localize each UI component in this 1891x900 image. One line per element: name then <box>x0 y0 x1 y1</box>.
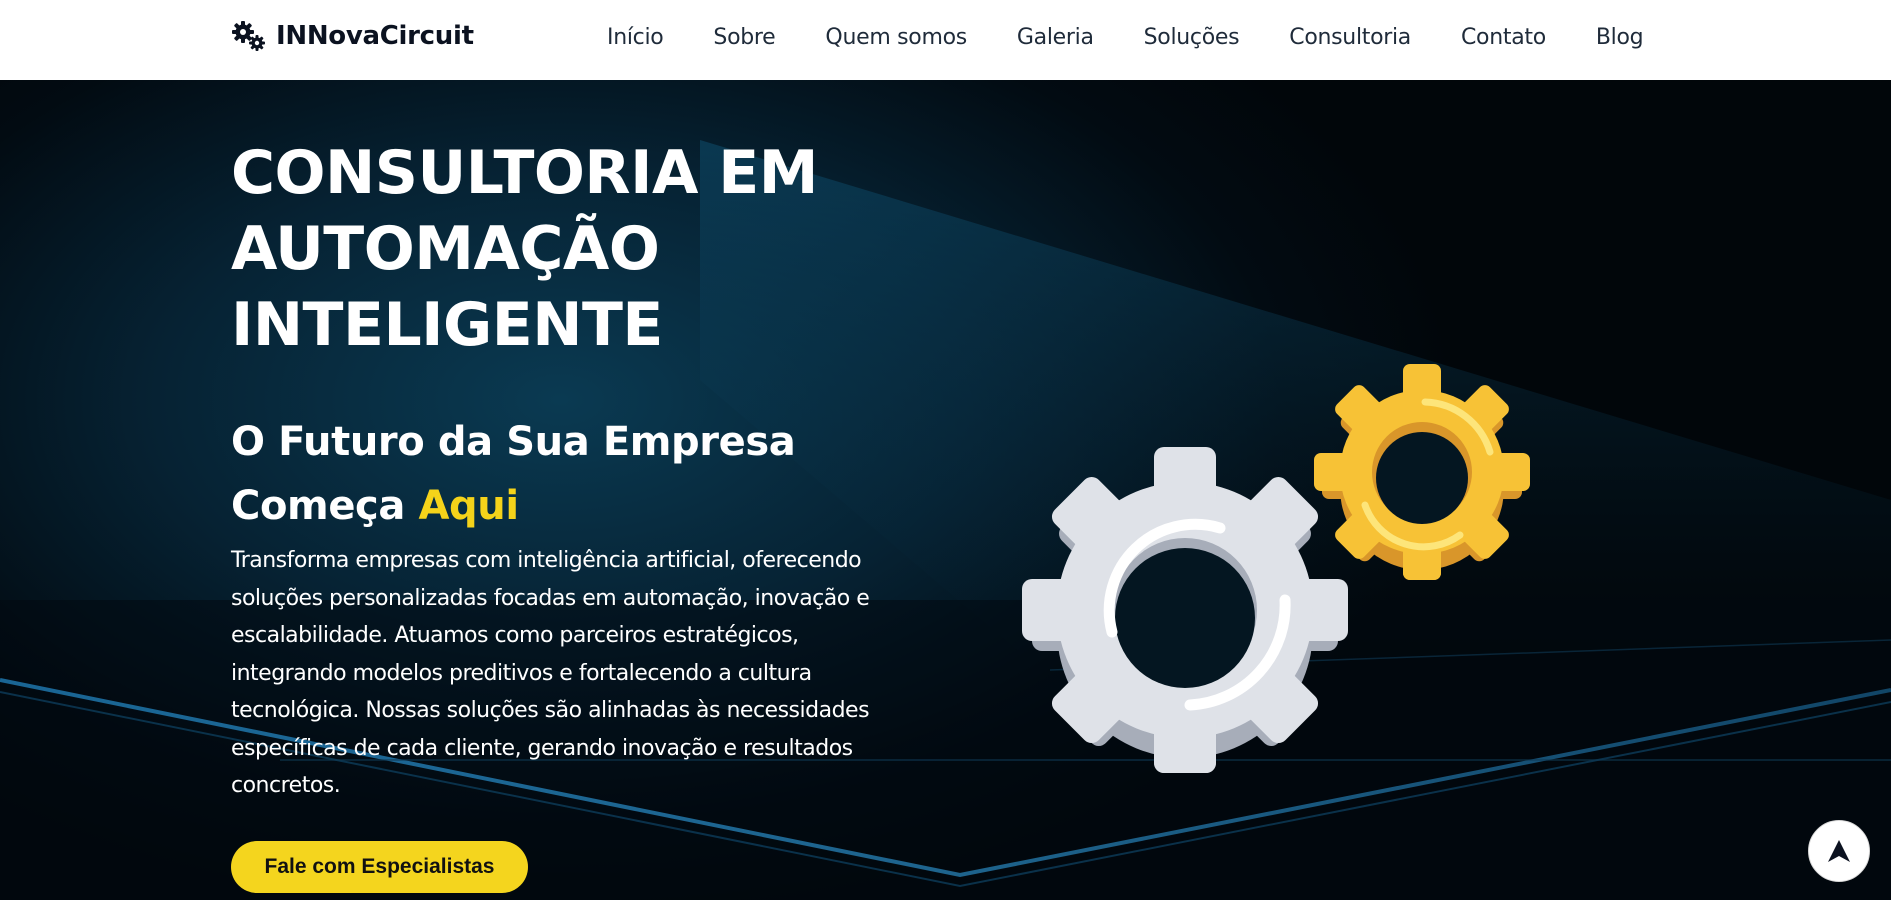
nav-link-galeria[interactable]: Galeria <box>1017 25 1094 50</box>
hero-subtitle-line-1: O Futuro da Sua Empresa <box>231 419 796 465</box>
nav-link-quem-somos[interactable]: Quem somos <box>825 25 967 50</box>
hero-title-line-3: INTELIGENTE <box>231 290 663 360</box>
hero-section: CONSULTORIA EM AUTOMAÇÃO INTELIGENTE O F… <box>0 80 1891 900</box>
nav-link-blog[interactable]: Blog <box>1596 25 1644 50</box>
gears-icon <box>232 21 265 51</box>
hero-subtitle: O Futuro da Sua Empresa Começa Aqui <box>231 410 931 538</box>
nav-link-sobre[interactable]: Sobre <box>713 25 775 50</box>
site-header: INNovaCircuit Início Sobre Quem somos Ga… <box>0 0 1891 80</box>
nav-link-inicio[interactable]: Início <box>607 25 664 50</box>
brand-name: INNovaCircuit <box>276 21 474 51</box>
nav-link-contato[interactable]: Contato <box>1461 25 1546 50</box>
hero-subtitle-accent: Aqui <box>418 483 519 529</box>
scroll-to-top-button[interactable] <box>1808 820 1870 882</box>
gears-illustration <box>1022 364 1530 773</box>
large-gear-icon <box>1022 447 1348 773</box>
hero-description: Transforma empresas com inteligência art… <box>231 548 870 798</box>
contact-specialists-button[interactable]: Fale com Especialistas <box>231 841 528 893</box>
arrow-up-icon <box>1828 840 1850 862</box>
small-gear-icon <box>1314 364 1530 580</box>
hero-subtitle-line-2: Começa <box>231 483 405 529</box>
main-nav: Início Sobre Quem somos Galeria Soluções… <box>607 20 1644 54</box>
nav-link-consultoria[interactable]: Consultoria <box>1289 25 1411 50</box>
hero-title: CONSULTORIA EM AUTOMAÇÃO INTELIGENTE <box>231 135 931 363</box>
hero-title-line-2: AUTOMAÇÃO <box>231 214 660 284</box>
nav-link-solucoes[interactable]: Soluções <box>1144 25 1240 50</box>
brand-logo[interactable]: INNovaCircuit <box>231 18 474 54</box>
hero-title-line-1: CONSULTORIA EM <box>231 138 818 208</box>
